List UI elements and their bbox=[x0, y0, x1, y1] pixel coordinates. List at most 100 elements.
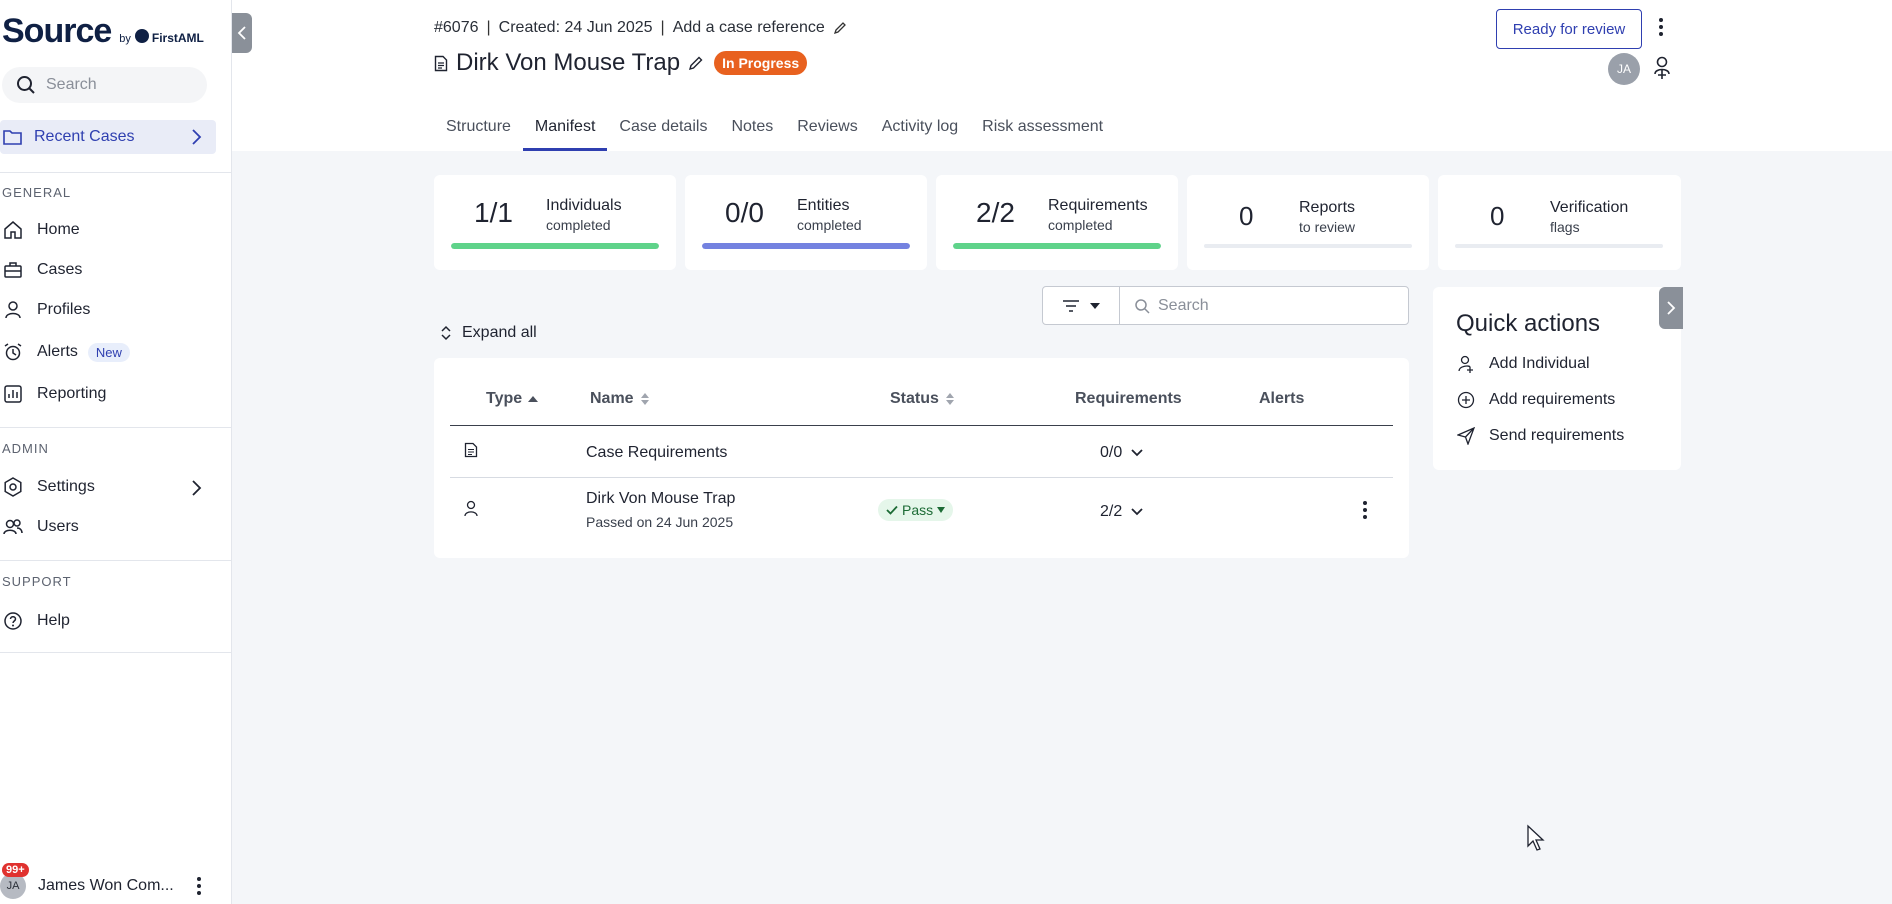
quick-actions-toggle[interactable] bbox=[1659, 287, 1683, 329]
document-icon bbox=[464, 442, 478, 458]
logo-by: by bbox=[119, 33, 131, 45]
logo[interactable]: Source by FirstAML bbox=[2, 12, 204, 52]
logo-word: Source bbox=[2, 12, 112, 50]
sidebar-item-label: Alerts bbox=[37, 343, 78, 360]
row-name[interactable]: Case Requirements bbox=[586, 444, 727, 462]
column-header-alerts: Alerts bbox=[1259, 390, 1304, 408]
person-icon bbox=[2, 299, 24, 321]
edit-title-icon[interactable] bbox=[688, 55, 704, 71]
progress-fill bbox=[953, 243, 1161, 249]
row-divider bbox=[450, 477, 1393, 478]
alarm-icon bbox=[2, 341, 24, 363]
send-requirements-action[interactable]: Send requirements bbox=[1457, 427, 1624, 445]
caret-down-icon bbox=[937, 507, 946, 513]
send-icon bbox=[1457, 427, 1475, 445]
sidebar-item-label: Profiles bbox=[37, 301, 91, 318]
sidebar-item-label: Settings bbox=[37, 478, 95, 495]
home-icon bbox=[2, 219, 24, 241]
stat-label: Verification bbox=[1550, 199, 1629, 216]
sort-icon bbox=[945, 393, 954, 405]
firstaml-mark-icon bbox=[134, 29, 149, 43]
sidebar-item-profiles[interactable]: Profiles bbox=[2, 295, 216, 325]
row-name[interactable]: Dirk Von Mouse Trap bbox=[586, 490, 735, 508]
column-header-status[interactable]: Status bbox=[890, 390, 955, 408]
quick-action-label: Send requirements bbox=[1489, 427, 1625, 444]
stat-value: 0 bbox=[1239, 201, 1254, 231]
quick-actions-title: Quick actions bbox=[1456, 310, 1601, 337]
section-general: GENERAL bbox=[2, 185, 72, 200]
status-label: Pass bbox=[902, 502, 934, 518]
sidebar-item-label: Reporting bbox=[37, 385, 107, 402]
filter-button[interactable] bbox=[1042, 286, 1120, 325]
stat-value: 2/2 bbox=[976, 197, 1015, 228]
case-title-row: Dirk Von Mouse Trap In Progress bbox=[434, 49, 808, 77]
recent-cases-button[interactable]: Recent Cases bbox=[0, 120, 216, 154]
add-individual-action[interactable]: Add Individual bbox=[1457, 355, 1590, 373]
sidebar-search-input[interactable] bbox=[46, 76, 196, 94]
more-vertical-icon[interactable] bbox=[1362, 500, 1368, 520]
add-requirements-action[interactable]: Add requirements bbox=[1457, 391, 1615, 409]
table-search[interactable] bbox=[1119, 286, 1409, 325]
page-title: Dirk Von Mouse Trap bbox=[456, 49, 681, 76]
caret-down-icon bbox=[1090, 302, 1100, 309]
section-admin: ADMIN bbox=[2, 441, 49, 456]
column-header-label: Status bbox=[890, 390, 939, 407]
sidebar-item-reporting[interactable]: Reporting bbox=[2, 379, 216, 409]
sort-ascending-icon bbox=[528, 396, 539, 402]
assign-user-icon[interactable] bbox=[1652, 56, 1672, 80]
quick-action-label: Add Individual bbox=[1489, 355, 1590, 372]
column-header-type[interactable]: Type bbox=[486, 390, 539, 408]
stat-sublabel: flags bbox=[1550, 219, 1580, 235]
chevron-left-icon bbox=[237, 26, 246, 40]
assignee-avatar[interactable]: JA bbox=[1608, 53, 1640, 85]
recent-cases-label: Recent Cases bbox=[34, 128, 135, 145]
tab-risk-assessment[interactable]: Risk assessment bbox=[970, 112, 1115, 151]
sidebar-item-users[interactable]: Users bbox=[2, 512, 216, 542]
sidebar-search[interactable] bbox=[2, 67, 207, 103]
stat-value: 0 bbox=[1490, 201, 1505, 231]
requirements-toggle[interactable]: 0/0 bbox=[1100, 444, 1144, 462]
tab-activity-log[interactable]: Activity log bbox=[870, 112, 970, 151]
search-icon bbox=[1135, 298, 1150, 314]
manifest-table: Type Name Status Requirements Alerts Cas… bbox=[434, 358, 1409, 558]
sidebar-item-label: Users bbox=[37, 518, 79, 535]
tab-manifest[interactable]: Manifest bbox=[522, 112, 608, 151]
tab-notes[interactable]: Notes bbox=[719, 112, 785, 151]
created-date: Created: 24 Jun 2025 bbox=[498, 19, 653, 36]
ready-for-review-button[interactable]: Ready for review bbox=[1496, 9, 1642, 49]
sidebar-item-cases[interactable]: Cases bbox=[2, 255, 216, 285]
progress-bar bbox=[1455, 244, 1663, 248]
add-case-reference[interactable]: Add a case reference bbox=[673, 19, 825, 37]
case-number: #6076 bbox=[434, 19, 479, 36]
sidebar-item-help[interactable]: Help bbox=[2, 606, 216, 636]
expand-all-button[interactable]: Expand all bbox=[440, 324, 537, 342]
column-header-label: Type bbox=[486, 390, 523, 407]
tab-reviews[interactable]: Reviews bbox=[785, 112, 869, 151]
status-pass-badge[interactable]: Pass bbox=[878, 499, 954, 521]
table-search-input[interactable] bbox=[1158, 296, 1398, 315]
pencil-icon[interactable] bbox=[833, 21, 847, 35]
requirements-toggle[interactable]: 2/2 bbox=[1100, 503, 1144, 521]
gear-icon bbox=[2, 476, 24, 498]
sidebar-item-label: Cases bbox=[37, 261, 83, 278]
user-account[interactable]: JA James Won Com... bbox=[0, 872, 216, 900]
tab-case-details[interactable]: Case details bbox=[607, 112, 719, 151]
tab-structure[interactable]: Structure bbox=[434, 112, 523, 151]
stat-sublabel: completed bbox=[546, 217, 611, 233]
sidebar-item-settings[interactable]: Settings bbox=[2, 472, 216, 502]
sidebar-collapse-button[interactable] bbox=[232, 13, 252, 53]
column-header-name[interactable]: Name bbox=[590, 390, 650, 408]
sidebar-item-home[interactable]: Home bbox=[2, 215, 216, 245]
more-vertical-icon[interactable] bbox=[1658, 17, 1664, 37]
stat-label: Entities bbox=[797, 197, 850, 214]
stat-card-verification: 0 Verification flags bbox=[1438, 175, 1681, 270]
stat-sublabel: to review bbox=[1299, 219, 1356, 235]
stat-card-requirements: 2/2 Requirements completed bbox=[936, 175, 1178, 270]
more-vertical-icon[interactable] bbox=[196, 876, 202, 896]
separator: | bbox=[486, 19, 491, 36]
notification-badge: 99+ bbox=[2, 863, 29, 877]
chevron-right-icon bbox=[192, 480, 202, 496]
separator: | bbox=[660, 19, 665, 36]
sidebar-item-alerts[interactable]: Alerts New bbox=[2, 337, 216, 367]
expand-all-label: Expand all bbox=[462, 324, 537, 341]
